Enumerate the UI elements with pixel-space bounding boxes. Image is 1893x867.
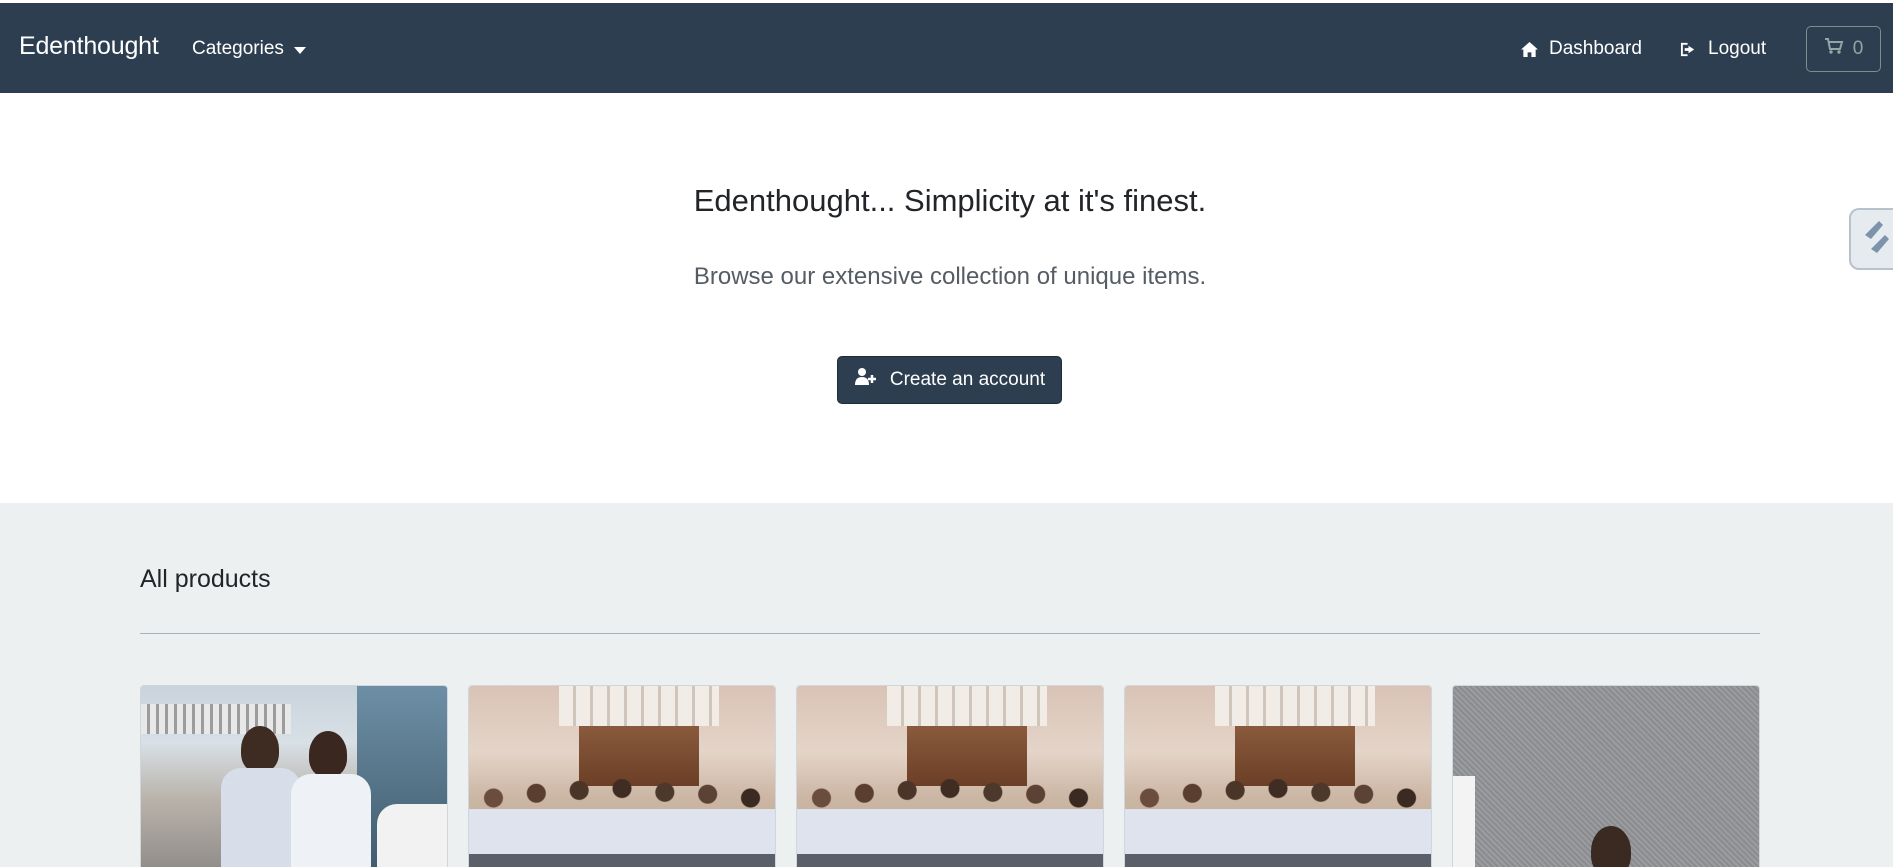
side-widget-button[interactable]: [1849, 208, 1893, 270]
create-account-label: Create an account: [889, 369, 1046, 390]
product-image: [141, 686, 447, 867]
cart-count: 0: [1852, 38, 1864, 59]
brand-logo[interactable]: Edenthought: [19, 32, 159, 61]
sign-out-icon: [1679, 41, 1698, 58]
hero-subtitle: Browse our extensive collection of uniqu…: [693, 263, 1207, 290]
categories-label: Categories: [192, 38, 284, 59]
products-section: All products: [0, 503, 1893, 867]
navbar: Edenthought Categories Dashboard Logout …: [0, 3, 1893, 93]
dashboard-link[interactable]: Dashboard: [1520, 38, 1642, 60]
product-image: [797, 686, 1103, 867]
products-heading: All products: [140, 565, 271, 593]
product-card[interactable]: [140, 685, 448, 867]
hero-title: Edenthought... Simplicity at it's finest…: [693, 183, 1207, 218]
cart-button[interactable]: 0: [1806, 26, 1881, 72]
user-plus-icon: [854, 367, 878, 393]
home-icon: [1520, 41, 1539, 58]
product-card[interactable]: [1124, 685, 1432, 867]
logout-label: Logout: [1708, 38, 1767, 59]
create-account-button[interactable]: Create an account: [837, 356, 1062, 404]
shopping-cart-icon: [1824, 37, 1844, 61]
caret-down-icon: [293, 46, 306, 54]
dashboard-label: Dashboard: [1549, 38, 1642, 59]
product-image: [469, 686, 775, 867]
product-image: [1125, 686, 1431, 867]
product-image: [1453, 686, 1759, 867]
logout-link[interactable]: Logout: [1679, 38, 1766, 60]
product-card[interactable]: [1452, 685, 1760, 867]
product-card[interactable]: [796, 685, 1104, 867]
categories-dropdown[interactable]: Categories: [192, 38, 306, 60]
divider: [140, 633, 1760, 634]
product-card[interactable]: [468, 685, 776, 867]
slash-logo-icon: [1859, 219, 1891, 260]
